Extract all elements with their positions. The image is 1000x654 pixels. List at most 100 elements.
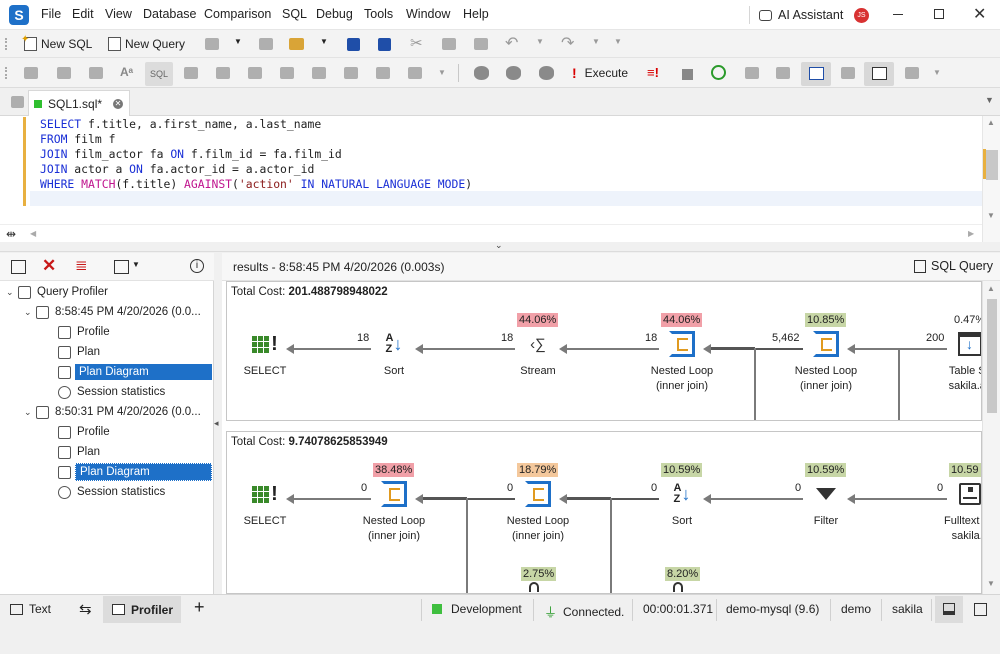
panel-toggle-button[interactable] <box>935 596 963 623</box>
plan-node-nested-loop[interactable]: Nested Loop (inner join) <box>339 478 449 544</box>
plan-node-stream[interactable]: ‹∑ Stream <box>483 328 593 379</box>
plan-node-table-scan[interactable]: ↓ Table Sc sakila.ac <box>915 328 981 394</box>
execute-button[interactable]: ! Execute <box>572 62 628 84</box>
code-line[interactable]: SELECT f.title, a.first_name, a.last_nam… <box>40 117 321 132</box>
code-line[interactable]: FROM film f <box>40 132 115 147</box>
tree-item-session-statistics[interactable]: Session statistics <box>58 382 165 402</box>
panel-splitter[interactable]: ⌄ <box>0 240 1000 252</box>
export-icon[interactable] <box>776 67 790 79</box>
menu-sql[interactable]: SQL <box>282 7 307 21</box>
plan-node-select[interactable]: ! SELECT <box>227 328 320 379</box>
plan-node-sort[interactable]: A Z ↓ Sort <box>627 478 737 529</box>
text-tab[interactable]: Text <box>10 602 51 616</box>
plan-node-nested-loop[interactable]: Nested Loop (inner join) <box>771 328 881 394</box>
chart-view-icon[interactable] <box>864 62 894 86</box>
profiler-tab[interactable]: Profiler <box>103 596 181 623</box>
explain-icon[interactable] <box>745 67 759 79</box>
database-disconnect-icon[interactable] <box>539 66 554 80</box>
scroll-down-icon[interactable]: ▼ <box>987 579 995 588</box>
scroll-up-icon[interactable]: ▲ <box>987 118 995 127</box>
info-icon[interactable]: i <box>190 259 204 273</box>
compare-icon[interactable] <box>114 260 129 274</box>
collapse-left-icon[interactable]: ◂ <box>214 418 219 429</box>
sql-icon[interactable]: SQL <box>145 62 173 86</box>
plan-node-fulltext-search[interactable]: Fulltext Se sakila.fi <box>915 478 981 544</box>
new-profile-icon[interactable] <box>11 260 26 274</box>
undo-icon[interactable]: ↶ <box>505 33 518 53</box>
chevron-down-icon[interactable]: ⌄ <box>495 240 503 251</box>
tree-item-session-statistics[interactable]: Session statistics <box>58 482 165 502</box>
plan-node-nested-loop[interactable]: Nested Loop (inner join) <box>627 328 737 394</box>
plan-node-nested-loop[interactable]: Nested Loop (inner join) <box>483 478 593 544</box>
align-icon[interactable] <box>248 67 262 79</box>
code-line[interactable]: JOIN actor a ON fa.actor_id = a.actor_id <box>40 162 314 177</box>
scroll-thumb[interactable] <box>987 299 997 413</box>
case-icon[interactable]: Aᵃ <box>120 65 133 79</box>
plan-node-select[interactable]: ! SELECT <box>227 478 320 529</box>
dropdown-arrow-icon[interactable]: ▼ <box>536 37 544 46</box>
swap-icon[interactable]: ⇆ <box>79 600 92 618</box>
tree-session[interactable]: ⌄ 8:58:45 PM 4/20/2026 (0.0... <box>24 302 201 322</box>
menu-view[interactable]: View <box>105 7 132 21</box>
save-all-icon[interactable] <box>378 38 391 51</box>
uncomment-icon[interactable] <box>89 67 103 79</box>
outdent-icon[interactable] <box>216 67 230 79</box>
redo-icon[interactable]: ↷ <box>561 33 574 53</box>
new-file-icon[interactable] <box>259 38 273 50</box>
scroll-thumb[interactable] <box>986 150 998 180</box>
new-query-button[interactable]: New Query <box>108 33 185 55</box>
tree-item-plan-diagram[interactable]: Plan Diagram <box>58 462 212 482</box>
maximize-icon[interactable] <box>934 9 944 19</box>
execute-current-icon[interactable]: ≡! <box>647 65 659 80</box>
tree-root[interactable]: ⌄ Query Profiler <box>6 282 108 302</box>
ai-assistant-button[interactable]: AI Assistant <box>759 8 843 22</box>
dropdown-arrow-icon[interactable]: ▼ <box>132 260 140 269</box>
scroll-left-icon[interactable]: ◀ <box>30 229 36 238</box>
open-folder-icon[interactable] <box>289 38 304 50</box>
code-line[interactable]: WHERE MATCH(f.title) AGAINST('action' IN… <box>40 177 472 192</box>
tree-session[interactable]: ⌄ 8:50:31 PM 4/20/2026 (0.0... <box>24 402 201 422</box>
menu-database[interactable]: Database <box>143 7 197 21</box>
close-icon[interactable]: ✕ <box>973 4 986 24</box>
menu-window[interactable]: Window <box>406 7 450 21</box>
database-icon[interactable] <box>474 66 489 80</box>
close-tab-icon[interactable]: ✕ <box>113 98 123 109</box>
toolbar-overflow-icon[interactable]: ▼ <box>614 37 622 46</box>
user-avatar[interactable]: JS <box>854 8 869 23</box>
copy-icon[interactable] <box>442 38 456 50</box>
paste-icon[interactable] <box>474 38 488 50</box>
sql-query-button[interactable]: SQL Query <box>914 259 993 273</box>
split-icon[interactable]: ⇹ <box>6 227 16 241</box>
plan-node-filter[interactable]: Filter <box>771 478 881 529</box>
dropdown-arrow-icon[interactable]: ▼ <box>933 68 941 77</box>
scroll-down-icon[interactable]: ▼ <box>987 211 995 220</box>
clear-bookmarks-icon[interactable] <box>408 67 422 79</box>
tree-item-profile[interactable]: Profile <box>58 422 110 442</box>
menu-edit[interactable]: Edit <box>72 7 94 21</box>
new-sql-button[interactable]: ✦ New SQL <box>21 33 92 55</box>
database-connect-icon[interactable] <box>506 66 521 80</box>
tree-item-plan[interactable]: Plan <box>58 342 100 362</box>
menu-help[interactable]: Help <box>463 7 489 21</box>
prev-bookmark-icon[interactable] <box>344 67 358 79</box>
delete-all-icon[interactable]: ≣ <box>75 256 88 274</box>
tree-item-plan[interactable]: Plan <box>58 442 100 462</box>
menu-file[interactable]: File <box>41 7 61 21</box>
sql-editor[interactable]: SELECT f.title, a.first_name, a.last_nam… <box>0 116 982 224</box>
next-bookmark-icon[interactable] <box>376 67 390 79</box>
format-icon[interactable] <box>24 67 38 79</box>
new-document-icon[interactable] <box>205 38 219 50</box>
tab-sql1[interactable]: SQL1.sql* ✕ <box>28 90 130 116</box>
scroll-up-icon[interactable]: ▲ <box>987 284 995 293</box>
dropdown-arrow-icon[interactable]: ▼ <box>592 37 600 46</box>
save-icon[interactable] <box>347 38 360 51</box>
editor-vertical-scrollbar[interactable]: ▲ ▼ <box>982 116 1000 242</box>
comment-icon[interactable] <box>57 67 71 79</box>
tree-item-plan-diagram[interactable]: Plan Diagram <box>58 362 212 382</box>
stop-icon[interactable] <box>682 69 693 80</box>
chevron-down-icon[interactable]: ▼ <box>985 95 994 105</box>
menu-debug[interactable]: Debug <box>316 7 353 21</box>
plan-node-sort[interactable]: A Z ↓ Sort <box>339 328 449 379</box>
app-logo[interactable]: S <box>9 5 29 25</box>
delete-icon[interactable]: ✕ <box>42 256 56 276</box>
